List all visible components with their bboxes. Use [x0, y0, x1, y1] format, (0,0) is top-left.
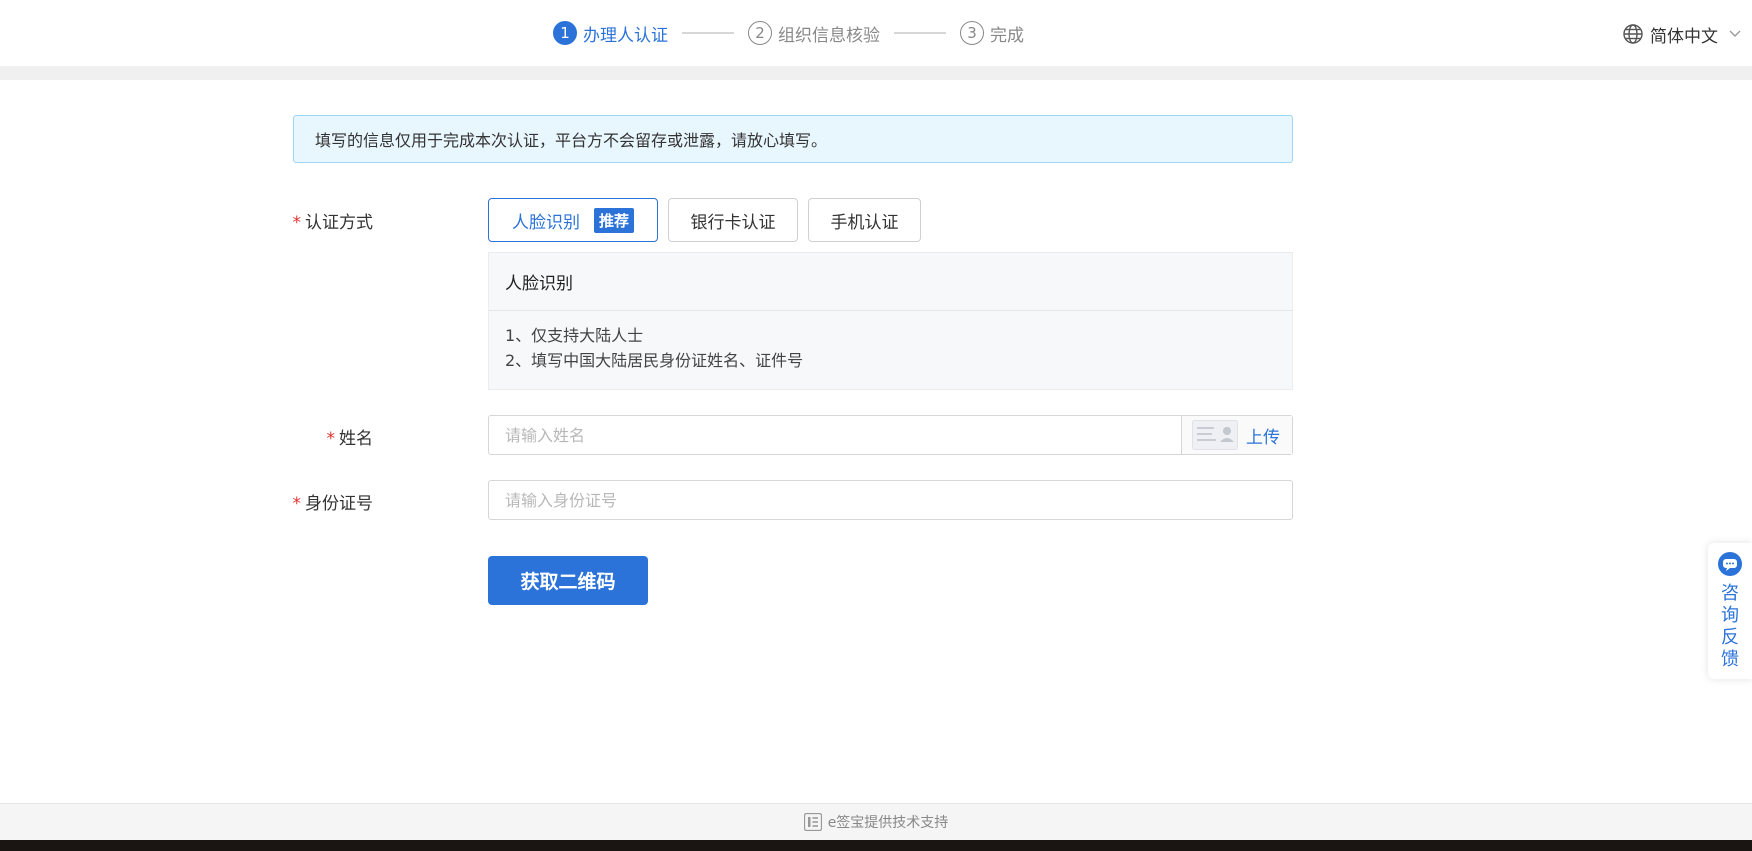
step-3: 3 完成	[960, 21, 1024, 46]
phone-auth-button[interactable]: 手机认证	[808, 198, 921, 242]
method-label: * 认证方式	[213, 208, 374, 233]
upload-label: 上传	[1246, 427, 1280, 448]
face-recognition-label: 人脸识别	[511, 212, 580, 233]
step-2: 2 组织信息核验	[748, 21, 880, 46]
method-info-title: 人脸识别	[489, 253, 1292, 311]
progress-steps: 1 办理人认证 2 组织信息核验 3 完成	[553, 18, 1024, 48]
language-switcher[interactable]: 简体中文	[1622, 20, 1742, 48]
method-info-panel: 人脸识别 1、仅支持大陆人士 2、填写中国大陆居民身份证姓名、证件号	[488, 252, 1293, 390]
privacy-notice-text: 填写的信息仅用于完成本次认证，平台方不会留存或泄露，请放心填写。	[315, 131, 828, 150]
top-header: 1 办理人认证 2 组织信息核验 3 完成 简体中文	[0, 0, 1752, 66]
step-1-number: 1	[553, 21, 577, 45]
method-info-line-2: 2、填写中国大陆居民身份证姓名、证件号	[505, 351, 804, 370]
id-number-label: * 身份证号	[213, 489, 374, 514]
header-divider	[0, 66, 1752, 80]
step-3-number: 3	[960, 21, 984, 45]
privacy-notice: 填写的信息仅用于完成本次认证，平台方不会留存或泄露，请放心填写。	[293, 115, 1293, 163]
chat-bubble-icon	[1717, 551, 1743, 577]
step-1: 1 办理人认证	[553, 21, 668, 46]
upload-id-button[interactable]: 上传	[1181, 416, 1292, 454]
id-number-field	[488, 480, 1293, 520]
step-3-label: 完成	[990, 25, 1024, 46]
desktop-edge	[0, 840, 1752, 851]
footer-text: e签宝提供技术支持	[827, 815, 949, 831]
chevron-down-icon	[1728, 29, 1742, 39]
method-label-text: 认证方式	[305, 213, 373, 233]
auth-method-options: 人脸识别 推荐 银行卡认证 手机认证	[488, 198, 931, 242]
phone-auth-label: 手机认证	[830, 212, 899, 233]
get-qrcode-button[interactable]: 获取二维码	[488, 556, 648, 605]
id-card-icon	[1192, 420, 1238, 450]
id-number-input[interactable]	[489, 481, 1292, 519]
language-label: 简体中文	[1650, 26, 1718, 47]
bank-card-label: 银行卡认证	[690, 212, 776, 233]
bank-card-button[interactable]: 银行卡认证	[668, 198, 798, 242]
name-input[interactable]	[489, 416, 1181, 454]
step-2-number: 2	[748, 21, 772, 45]
name-label-text: 姓名	[339, 429, 373, 449]
esign-logo-icon	[803, 813, 822, 831]
required-mark: *	[292, 213, 302, 233]
name-label: * 姓名	[213, 424, 374, 449]
required-mark: *	[326, 429, 336, 449]
face-recognition-button[interactable]: 人脸识别 推荐	[488, 198, 658, 242]
recommended-badge: 推荐	[593, 207, 634, 233]
globe-icon	[1622, 23, 1644, 45]
method-info-lines: 1、仅支持大陆人士 2、填写中国大陆居民身份证姓名、证件号	[489, 311, 1292, 373]
step-connector-2	[894, 32, 946, 34]
method-info-line-1: 1、仅支持大陆人士	[505, 326, 644, 345]
step-2-label: 组织信息核验	[778, 25, 880, 46]
step-1-label: 办理人认证	[583, 25, 668, 46]
required-mark: *	[292, 494, 302, 514]
footer: e签宝提供技术支持	[0, 803, 1752, 840]
consult-feedback-tab[interactable]: 咨询反馈	[1708, 543, 1752, 679]
name-field: 上传	[488, 415, 1293, 455]
step-connector-1	[682, 32, 734, 34]
consult-feedback-label: 咨询反馈	[1721, 583, 1739, 670]
id-number-label-text: 身份证号	[305, 494, 373, 514]
